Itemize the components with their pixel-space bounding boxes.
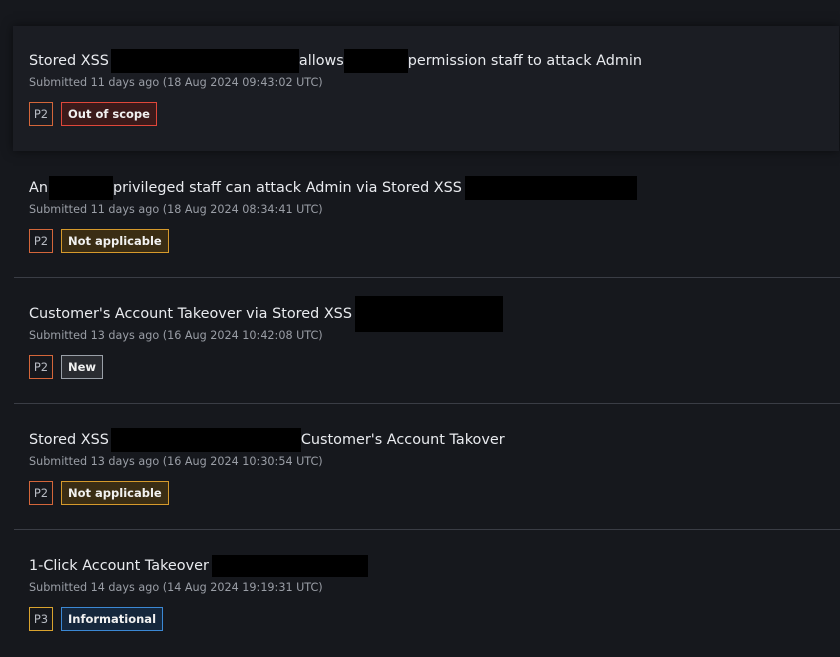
report-title-text: Customer's Account Takover	[300, 432, 505, 448]
redacted-block	[48, 176, 113, 200]
report-list: Stored XSS allows permission staff to at…	[0, 0, 840, 657]
redacted-block	[343, 49, 408, 73]
report-title[interactable]: 1-Click Account Takeover	[29, 555, 368, 577]
priority-badge: P2	[29, 229, 53, 253]
redacted-block	[464, 176, 637, 200]
redacted-block	[110, 49, 299, 73]
report-title-text: Stored XSS	[29, 432, 109, 448]
report-badges: P2 New	[29, 355, 104, 379]
priority-badge: P2	[29, 355, 53, 379]
submitted-date: Submitted 13 days ago (16 Aug 2024 10:30…	[29, 455, 323, 468]
report-card[interactable]: Stored XSS Customer's Account Takover Su…	[14, 404, 840, 530]
report-card[interactable]: Stored XSS allows permission staff to at…	[13, 26, 839, 151]
redacted-block	[354, 296, 503, 332]
report-title-text: 1-Click Account Takeover	[29, 558, 209, 574]
report-card[interactable]: Customer's Account Takeover via Stored X…	[14, 278, 840, 404]
priority-badge: P2	[29, 102, 53, 126]
report-card[interactable]: An privileged staff can attack Admin via…	[14, 152, 840, 278]
report-badges: P3 Informational	[29, 607, 164, 631]
report-badges: P2 Out of scope	[29, 102, 157, 126]
status-badge: Out of scope	[61, 102, 157, 126]
report-title-text: Stored XSS	[29, 53, 109, 69]
submitted-date: Submitted 11 days ago (18 Aug 2024 09:43…	[29, 76, 323, 89]
status-badge: Not applicable	[61, 229, 169, 253]
submitted-date: Submitted 14 days ago (14 Aug 2024 19:19…	[29, 581, 323, 594]
report-title-text: allows	[298, 53, 344, 69]
redacted-block	[110, 428, 301, 452]
submitted-date: Submitted 11 days ago (18 Aug 2024 08:34…	[29, 203, 323, 216]
report-badges: P2 Not applicable	[29, 229, 169, 253]
submitted-date: Submitted 13 days ago (16 Aug 2024 10:42…	[29, 329, 323, 342]
report-title-text: An	[29, 180, 48, 196]
report-title-text: Customer's Account Takeover via Stored X…	[29, 306, 352, 322]
status-badge: Not applicable	[61, 481, 169, 505]
report-card[interactable]: 1-Click Account Takeover Submitted 14 da…	[14, 530, 840, 656]
status-badge: Informational	[61, 607, 164, 631]
report-title-text: permission staff to attack Admin	[407, 53, 642, 69]
priority-badge: P2	[29, 481, 53, 505]
report-title[interactable]: Stored XSS Customer's Account Takover	[29, 428, 505, 452]
report-title-text: privileged staff can attack Admin via St…	[112, 180, 462, 196]
report-badges: P2 Not applicable	[29, 481, 169, 505]
report-title[interactable]: An privileged staff can attack Admin via…	[29, 176, 637, 200]
priority-badge: P3	[29, 607, 53, 631]
report-title[interactable]: Customer's Account Takeover via Stored X…	[29, 296, 503, 332]
report-title[interactable]: Stored XSS allows permission staff to at…	[29, 49, 642, 73]
redacted-block	[211, 555, 368, 577]
status-badge: New	[61, 355, 104, 379]
